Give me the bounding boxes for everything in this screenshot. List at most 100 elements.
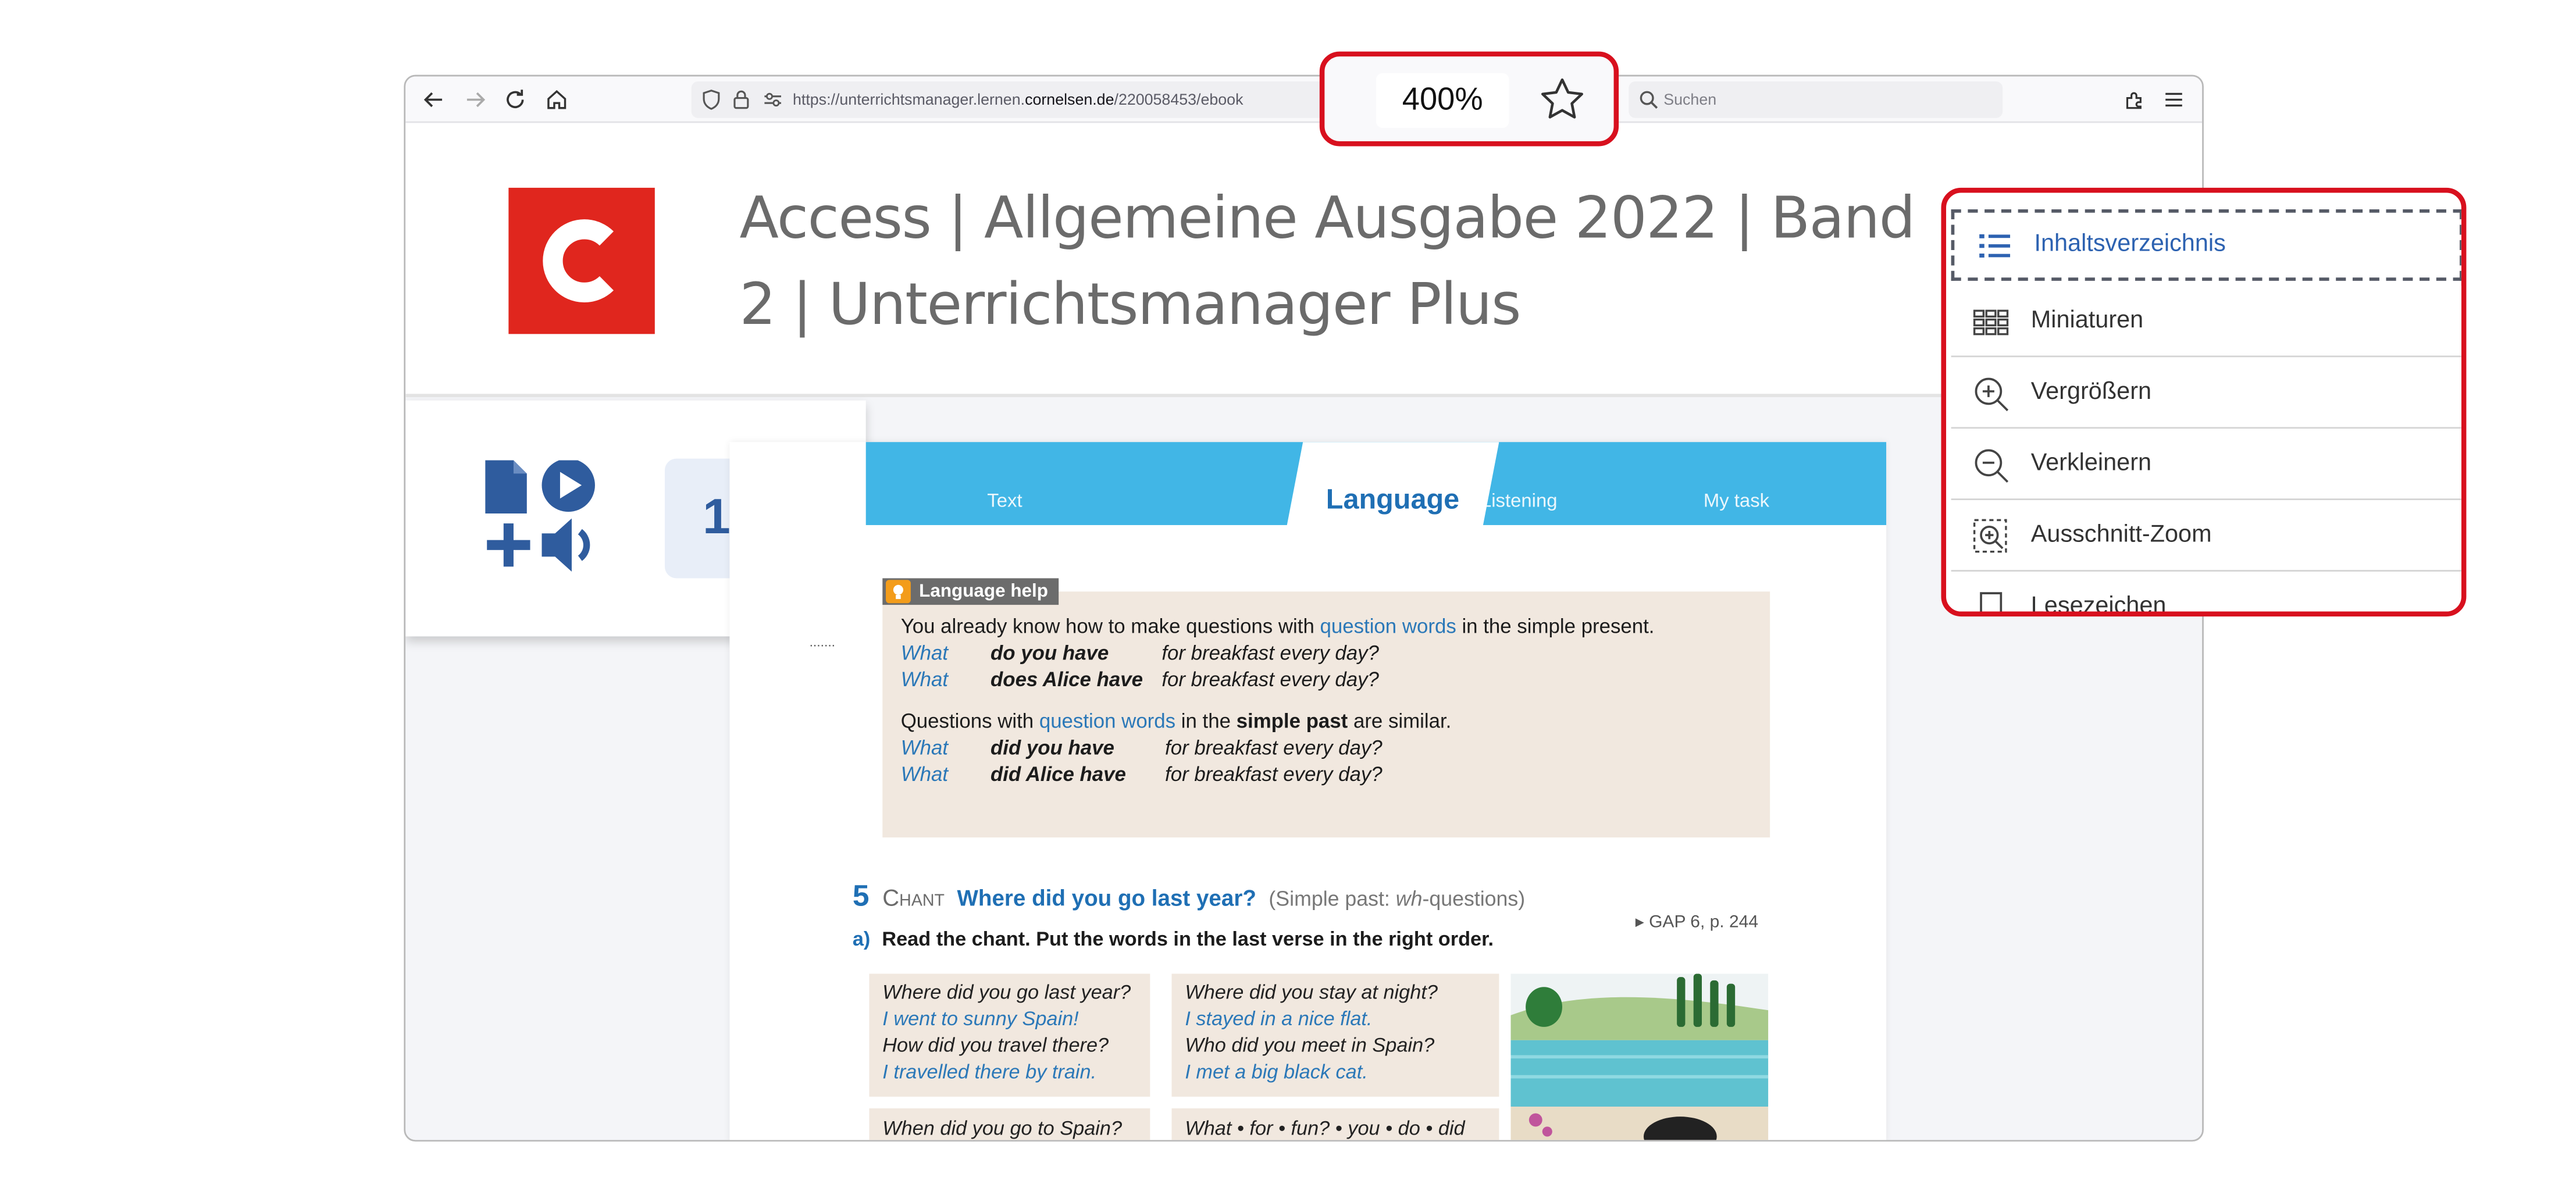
grid-icon (1973, 304, 2010, 341)
menu-hamburger-icon[interactable] (2161, 87, 2187, 113)
spain-illustration (1510, 973, 1769, 1140)
exercise-task: a) Read the chant. Put the words in the l… (853, 927, 1494, 950)
help-verb: did Alice have (991, 762, 1126, 786)
menu-label: Inhaltsverzeichnis (2034, 231, 2226, 258)
help-verb: did you have (991, 736, 1114, 759)
browser-window: https://unterrichtsmanager.lernen.cornel… (404, 74, 2204, 1142)
chant-answer: I travelled there by train. (882, 1060, 1097, 1084)
lightbulb-icon (886, 580, 911, 604)
zoom-level-indicator[interactable]: 400% (1376, 73, 1509, 129)
exercise-subtitle-pre: (Simple past: (1269, 887, 1396, 911)
menu-item-vergroessern[interactable]: Vergrößern (1951, 357, 2461, 429)
chant-line: When did you go to Spain? (882, 1117, 1123, 1140)
help-qword: What (900, 668, 949, 691)
task-label: a) (852, 927, 871, 951)
app-header: Access | Allgemeine Ausgabe 2022 | Band … (405, 123, 2203, 397)
menu-item-inhaltsverzeichnis[interactable]: Inhaltsverzeichnis (1951, 209, 2461, 281)
help-row: What (901, 763, 948, 786)
zoom-highlight: 400% (1319, 51, 1619, 147)
page-content: Access | Allgemeine Ausgabe 2022 | Band … (405, 123, 2203, 1140)
menu-label: Lesezeichen (2030, 593, 2167, 617)
url-prefix: https://unterrichtsmanager.lernen. (792, 90, 1025, 108)
grammar-reference-link[interactable]: ▸ GAP 6, p. 244 (1636, 912, 1758, 932)
lock-icon[interactable] (728, 87, 755, 113)
past-intro-4: simple past (1236, 709, 1348, 733)
extensions-icon[interactable] (2121, 87, 2147, 113)
chant-answer: I went to sunny Spain! (882, 1007, 1079, 1030)
reload-icon[interactable] (502, 87, 529, 113)
help-intro-1: You already know how to make questions w… (900, 615, 1320, 639)
help-qword: What (900, 641, 949, 665)
list-icon (1976, 227, 2012, 264)
url-suffix: /220058453/ebook (1114, 90, 1244, 108)
area-zoom-icon (1973, 519, 2010, 555)
tab-listening[interactable]: Listening (1481, 492, 1558, 512)
menu-item-verkleinern[interactable]: Verkleinern (1951, 429, 2461, 501)
stage: https://unterrichtsmanager.lernen.cornel… (0, 0, 2576, 1202)
exercise-kind: Chant (882, 884, 945, 911)
page-title: Access | Allgemeine Ausgabe 2022 | Band … (739, 186, 1916, 339)
home-icon[interactable] (543, 87, 570, 113)
tab-text[interactable]: Text (987, 492, 1022, 512)
url-bar[interactable]: https://unterrichtsmanager.lernen.cornel… (691, 81, 1356, 118)
help-row: What (901, 668, 948, 691)
viewer-menu: Inhaltsverzeichnis Miniaturen Vergrößern… (1941, 187, 2467, 617)
cornelsen-logo[interactable] (508, 187, 655, 334)
chant-line: Who did you meet in Spain? (1185, 1033, 1435, 1057)
back-icon[interactable] (421, 87, 447, 113)
exercise-number: 5 (852, 879, 870, 912)
chant-answer: I stayed in a nice flat. (1185, 1007, 1373, 1030)
help-qword: What (900, 762, 949, 786)
exercise-subtitle: (Simple past: wh-questions) (1269, 887, 1525, 911)
chant-card: What • for • fun? • you • do • did (1171, 1108, 1499, 1140)
help-intro-3: in the simple present. (1456, 615, 1655, 639)
task-text: Read the chant. Put the words in the las… (882, 927, 1494, 951)
chant-answer: I met a big black cat. (1185, 1060, 1368, 1084)
menu-item-lesezeichen[interactable]: Lesezeichen (1951, 571, 2461, 617)
url-text[interactable]: https://unterrichtsmanager.lernen.cornel… (793, 90, 1243, 108)
language-help-text: Language help (919, 582, 1048, 602)
menu-label: Miniaturen (2030, 307, 2144, 334)
help-rest: for breakfast every day? (1161, 668, 1379, 691)
tab-language[interactable]: Language (1286, 442, 1499, 529)
zoom-out-icon (1973, 447, 2010, 484)
help-intro-2: question words (1320, 615, 1456, 639)
chant-card: Where did you go last year? I went to su… (869, 973, 1150, 1097)
browser-toolbar: https://unterrichtsmanager.lernen.cornel… (405, 76, 2203, 123)
forward-icon[interactable] (462, 87, 489, 113)
exercise-title: Where did you go last year? (957, 886, 1256, 911)
chant-line: How did you travel there? (882, 1033, 1109, 1057)
media-add-icon[interactable] (482, 458, 598, 577)
help-qword: What (900, 736, 949, 759)
help-verb: do you have (991, 641, 1109, 665)
chant-line: Where did you stay at night? (1185, 980, 1438, 1004)
exercise-heading: Chant Where did you go last year? (Simpl… (882, 884, 1525, 911)
past-intro-1: Questions with (900, 709, 1039, 733)
shield-icon[interactable] (698, 87, 725, 113)
menu-item-miniaturen[interactable]: Miniaturen (1951, 286, 2461, 358)
search-placeholder: Suchen (1663, 90, 1717, 108)
help-verb: does Alice have (991, 668, 1143, 691)
help-past-intro: Questions with question words in the sim… (901, 709, 1452, 733)
menu-label: Verkleinern (2030, 450, 2152, 477)
search-bar[interactable]: Suchen (1629, 81, 2003, 118)
menu-label: Vergrößern (2030, 379, 2152, 406)
bookmark-icon (1973, 590, 2010, 612)
menu-label: Ausschnitt-Zoom (2030, 522, 2212, 548)
chant-card: Where did you stay at night? I stayed in… (1171, 973, 1499, 1097)
past-intro-3: in the (1175, 709, 1237, 733)
exercise-subtitle-wh: wh (1395, 887, 1423, 911)
tab-my-task[interactable]: My task (1704, 492, 1769, 512)
permissions-icon[interactable] (760, 87, 786, 113)
help-intro: You already know how to make questions w… (901, 615, 1655, 638)
help-rest: for breakfast every day? (1161, 641, 1379, 665)
menu-item-ausschnitt-zoom[interactable]: Ausschnitt-Zoom (1951, 500, 2461, 572)
help-rest: for breakfast every day? (1165, 762, 1383, 786)
margin-dots: ....... (809, 634, 836, 650)
bookmark-star-icon[interactable] (1537, 75, 1587, 125)
section-tab-bar: Text Language Listening My task (865, 442, 1887, 529)
chant-line: Where did you go last year? (882, 980, 1131, 1004)
chant-line: What • for • fun? • you • do • did (1185, 1117, 1465, 1140)
chant-card: When did you go to Spain? (869, 1108, 1150, 1140)
search-icon (1636, 87, 1662, 113)
